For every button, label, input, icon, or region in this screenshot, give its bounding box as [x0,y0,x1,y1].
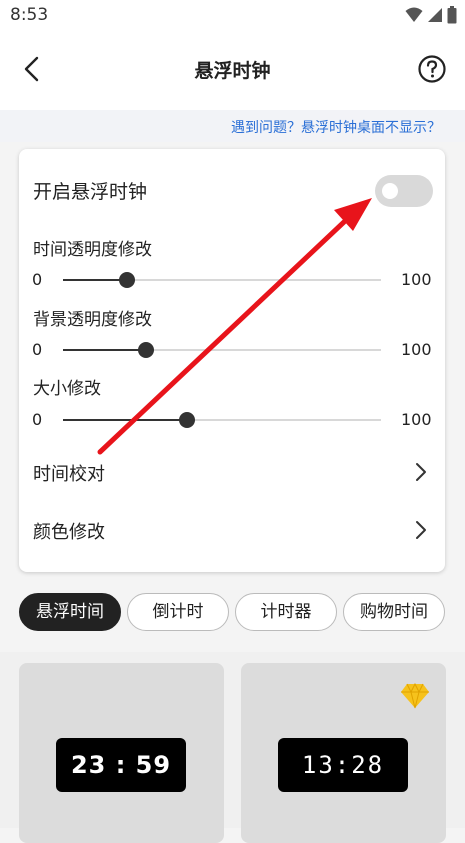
clock-preview-segment: 13:28 [278,738,408,792]
status-bar: 8:53 [0,0,465,32]
battery-icon [447,6,457,24]
time-opacity-max: 100 [401,270,432,289]
tab-shopping-time[interactable]: 购物时间 [343,593,445,631]
app-header: 悬浮时钟 [0,32,465,110]
tab-timer[interactable]: 计时器 [235,593,337,631]
enable-floating-clock-label: 开启悬浮时钟 [33,181,148,203]
size-max: 100 [401,410,432,429]
enable-floating-clock-toggle[interactable] [375,175,433,207]
wifi-icon [405,7,423,22]
size-slider[interactable] [63,412,381,428]
settings-card: 开启悬浮时钟 时间透明度修改 0 100 背景透明度修改 0 100 大小修改 … [19,149,445,572]
slider-fill [63,419,188,421]
clock-style-card[interactable]: 23 : 59 [19,663,224,843]
color-settings-row[interactable]: 颜色修改 [19,510,445,550]
toggle-knob [382,183,398,199]
color-settings-label: 颜色修改 [33,522,105,543]
help-icon[interactable] [417,54,447,84]
background-opacity-min: 0 [32,340,43,359]
signal-icon [428,8,442,22]
mode-tabs: 悬浮时间 倒计时 计时器 购物时间 [19,593,465,631]
tab-floating-time[interactable]: 悬浮时间 [19,593,121,631]
status-time: 8:53 [10,5,49,25]
size-label: 大小修改 [33,379,101,399]
time-calibration-row[interactable]: 时间校对 [19,452,445,492]
notice-bar: 遇到问题？悬浮时钟桌面不显示？ [0,110,465,142]
time-opacity-label: 时间透明度修改 [33,240,152,260]
premium-diamond-icon [401,683,429,709]
slider-thumb[interactable] [137,342,154,358]
time-opacity-min: 0 [32,270,43,289]
slider-fill [63,279,127,281]
size-min: 0 [32,410,43,429]
troubleshoot-link[interactable]: 遇到问题？悬浮时钟桌面不显示？ [231,117,441,137]
page-title: 悬浮时钟 [194,60,271,82]
clock-preview-digital: 23 : 59 [56,738,186,792]
status-icons [405,6,457,24]
background-opacity-label: 背景透明度修改 [33,310,152,330]
slider-fill [63,349,146,351]
time-calibration-label: 时间校对 [33,464,105,485]
chevron-right-icon [416,521,426,539]
tab-countdown[interactable]: 倒计时 [127,593,229,631]
slider-thumb[interactable] [179,412,196,428]
clock-style-card[interactable]: 13:28 [241,663,446,843]
background-opacity-max: 100 [401,340,432,359]
chevron-right-icon [416,463,426,481]
background-opacity-slider[interactable] [63,342,381,358]
time-opacity-slider[interactable] [63,272,381,288]
clock-style-gallery: 23 : 59 13:28 [0,652,465,843]
slider-thumb[interactable] [118,272,135,288]
